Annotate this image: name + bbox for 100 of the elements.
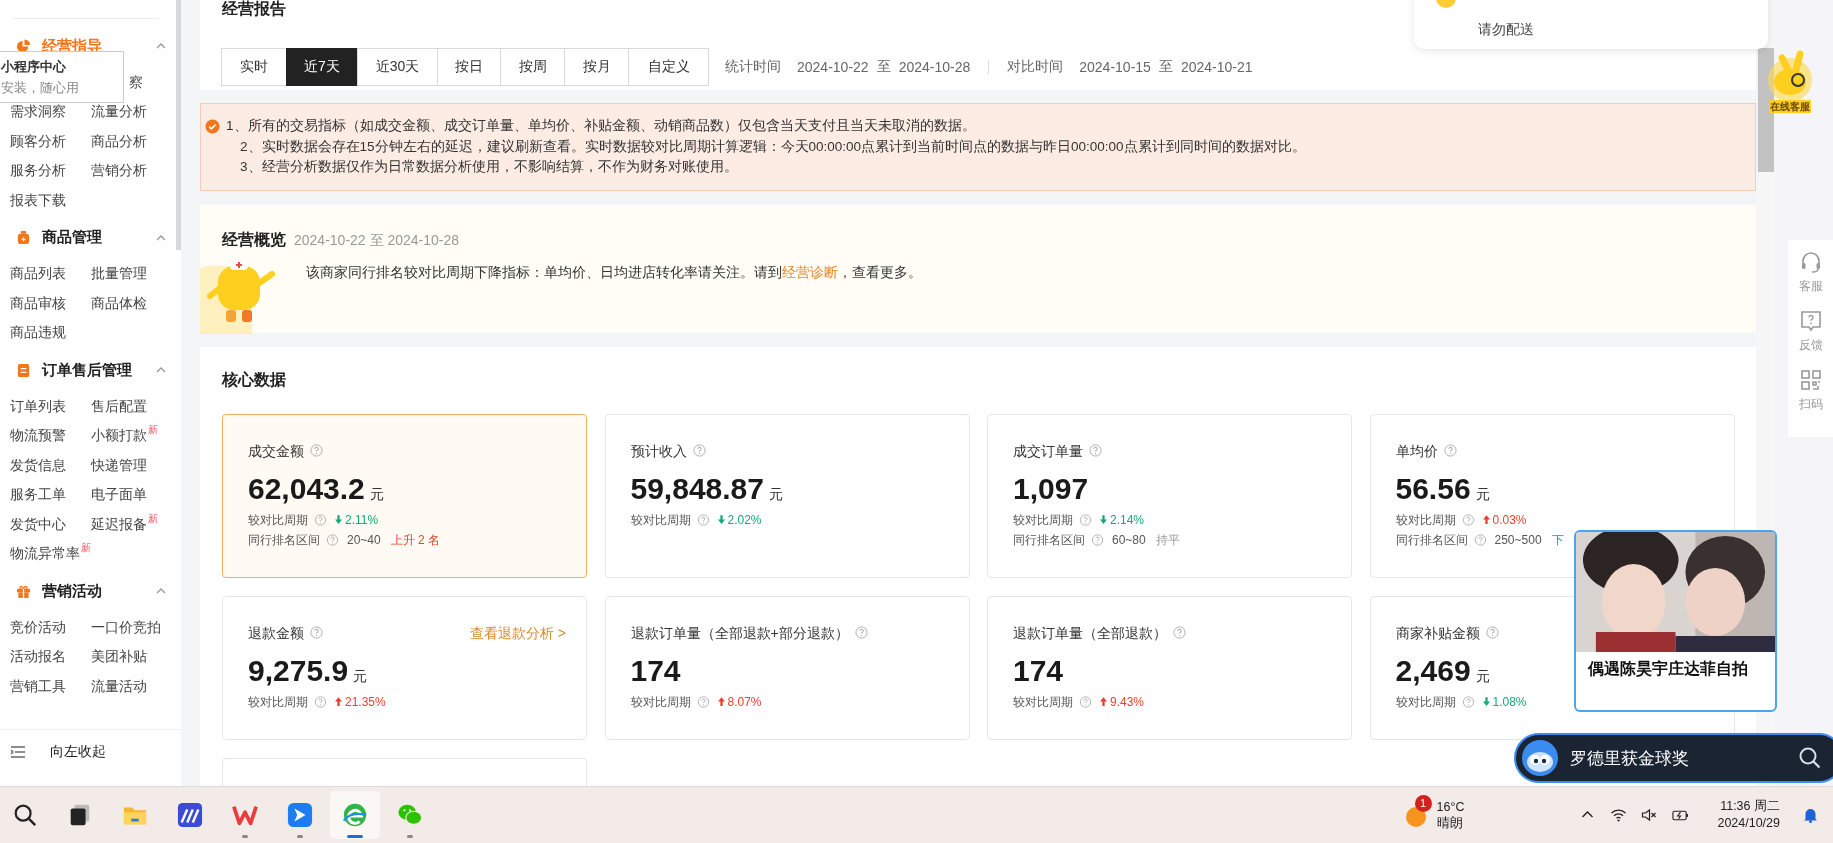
menu-item[interactable]: 察 [129, 73, 143, 92]
range-tab[interactable]: 按周 [500, 48, 565, 86]
menu-group-header[interactable]: 营销活动 [10, 569, 167, 613]
feedback-icon[interactable] [1798, 309, 1823, 333]
trend-value: 2.02% [727, 511, 762, 529]
menu-item[interactable]: 营销工具 [10, 677, 66, 696]
menu-item[interactable]: 售后配置 [91, 397, 147, 416]
rank-range: 20~40 [347, 531, 381, 549]
help-icon[interactable] [1485, 626, 1499, 639]
menu-item[interactable]: 营销分析 [91, 162, 147, 181]
bell-icon[interactable] [1802, 807, 1819, 823]
range-tab[interactable]: 实时 [221, 48, 287, 86]
menu-item[interactable]: 流量活动 [91, 677, 147, 696]
menu-item[interactable]: 服务分析 [10, 162, 66, 181]
help-icon[interactable] [1079, 513, 1092, 526]
help-icon[interactable] [314, 695, 327, 708]
menu-item[interactable]: 流量分析 [91, 103, 147, 122]
video-popup[interactable]: 偶遇陈昊宇庄达菲自拍 [1574, 530, 1777, 712]
trend-value: 2.11% [345, 511, 379, 529]
help-icon[interactable] [696, 695, 710, 708]
date-range: 2024-10-22 至 2024-10-28 [294, 230, 459, 250]
trend-value: 2.14% [1110, 511, 1145, 529]
help-icon[interactable] [854, 626, 868, 639]
trend-value: 8.07% [727, 693, 762, 711]
temperature: 16°C [1436, 799, 1465, 815]
help-icon[interactable] [314, 513, 327, 526]
speaker-muted-icon[interactable] [1641, 807, 1659, 823]
range-tab[interactable]: 按月 [564, 48, 629, 86]
metric-card[interactable]: 退款订单量（全部退款） 174 较对比周期 9.43% [987, 595, 1352, 740]
period-label: 对比时间 [1007, 58, 1064, 76]
menu-item[interactable]: 竞价活动 [10, 618, 66, 637]
range-tab[interactable]: 近30天 [357, 48, 438, 86]
metric-card[interactable]: 退款金额 查看退款分析 > 9,275.9 元 较对比周期 21.35% [222, 595, 587, 740]
help-icon[interactable] [696, 513, 710, 526]
notice-text: 1、所有的交易指标（如成交金额、成交订单量、单均价、补贴金额、动销商品数）仅包含当天支付且当天未取消的数据。 [226, 117, 977, 135]
menu-item[interactable]: 报表下载 [10, 191, 66, 210]
help-icon[interactable] [1091, 533, 1104, 546]
help-icon[interactable] [1461, 695, 1475, 708]
range-tab[interactable]: 自定义 [628, 48, 709, 86]
period-separator: 至 [876, 58, 891, 76]
help-icon[interactable] [1079, 695, 1092, 708]
menu-item[interactable]: 小额打款 [91, 427, 147, 446]
trend-value: 0.03% [1492, 511, 1527, 529]
rank-change: 上升 2 名 [390, 531, 441, 549]
new-label: 新 [148, 424, 158, 436]
compare-label: 较对比周期 [1395, 511, 1456, 529]
menu-item[interactable]: 商品列表 [10, 265, 66, 284]
menu-item[interactable]: 商品分析 [91, 132, 147, 151]
help-icon[interactable] [1473, 533, 1487, 546]
online-service-button[interactable]: 在线客服 [1760, 50, 1820, 116]
running-indicator [242, 835, 248, 838]
menu-item[interactable]: 快递管理 [91, 456, 147, 475]
help-icon[interactable] [310, 444, 323, 457]
menu-item[interactable]: 商品体检 [91, 294, 147, 313]
menu-group-header[interactable]: 订单售后管理 [10, 348, 167, 392]
menu-item[interactable]: 顾客分析 [10, 132, 66, 151]
menu-item[interactable]: 服务工单 [10, 486, 66, 505]
metric-card[interactable]: 退款订单量（全部退款+部分退款） 174 较对比周期 8.07% [604, 595, 970, 740]
hot-search-bar[interactable]: 罗德里获金球奖 [1514, 733, 1833, 783]
range-tab[interactable]: 按日 [437, 48, 501, 86]
help-icon[interactable] [310, 626, 323, 639]
menu-item[interactable]: 活动报名 [10, 648, 66, 667]
wifi-icon[interactable] [1610, 807, 1628, 823]
mascot-avatar-icon [1522, 740, 1558, 776]
menu-item[interactable]: 物流预警 [10, 427, 66, 446]
scrollbar[interactable] [176, 0, 181, 250]
help-icon[interactable] [1443, 444, 1457, 457]
qr-code-icon[interactable] [1798, 368, 1823, 392]
metric-card[interactable]: 成交订单量 1,097 较对比周期 2.14% 同行排名区间 60~80 持平 [987, 413, 1352, 578]
menu-item[interactable]: 美团补贴 [91, 648, 147, 667]
compare-label: 较对比周期 [630, 693, 691, 711]
search-icon[interactable] [1798, 746, 1822, 770]
notification-text: 请勿配送 [1478, 21, 1534, 39]
menu-item[interactable]: 商品审核 [10, 294, 66, 313]
range-tab[interactable]: 近7天 [286, 48, 358, 86]
help-icon[interactable] [1089, 444, 1102, 457]
help-icon[interactable] [692, 444, 706, 457]
running-indicator [297, 835, 303, 838]
menu-group-header[interactable]: 商品管理 [10, 215, 167, 260]
help-icon[interactable] [1173, 626, 1186, 639]
help-icon[interactable] [326, 533, 339, 546]
menu-item[interactable]: 商品违规 [10, 324, 66, 343]
metric-card[interactable]: 成交金额 62,043.2 元 较对比周期 2.11% 同行排名区间 20~40 上升 2 名 [222, 413, 587, 578]
notice-text: 2、实时数据会存在15分钟左右的延迟，建议刷新查看。实时数据较对比周期计算逻辑：今天00:00:00点累计到当前时间点的数据与昨日00:00:00点累计到同时间的数据对比。 [239, 137, 1306, 156]
check-circle-icon [205, 119, 220, 134]
menu-item[interactable]: 电子面单 [91, 486, 147, 505]
compare-label: 较对比周期 [630, 511, 691, 529]
clock[interactable]: 11:36 周二 2024/10/29 [1717, 798, 1780, 832]
menu-item[interactable]: 延迟报备 [91, 515, 147, 534]
menu-item[interactable]: 发货中心 [10, 515, 66, 534]
menu-item[interactable]: 发货信息 [10, 456, 66, 475]
menu-item[interactable]: 需求洞察 [10, 103, 66, 122]
menu-item[interactable]: 批量管理 [91, 265, 147, 284]
unit-label: 元 [353, 667, 368, 686]
help-icon[interactable] [1461, 513, 1475, 526]
chat-app-icon [397, 802, 423, 828]
menu-item[interactable]: 一口价竞拍 [91, 618, 161, 637]
metric-card[interactable]: 预计收入 59,848.87 元 较对比周期 2.02% [604, 413, 970, 578]
menu-item[interactable]: 订单列表 [10, 397, 66, 416]
menu-item[interactable]: 物流异常率 [10, 545, 80, 564]
